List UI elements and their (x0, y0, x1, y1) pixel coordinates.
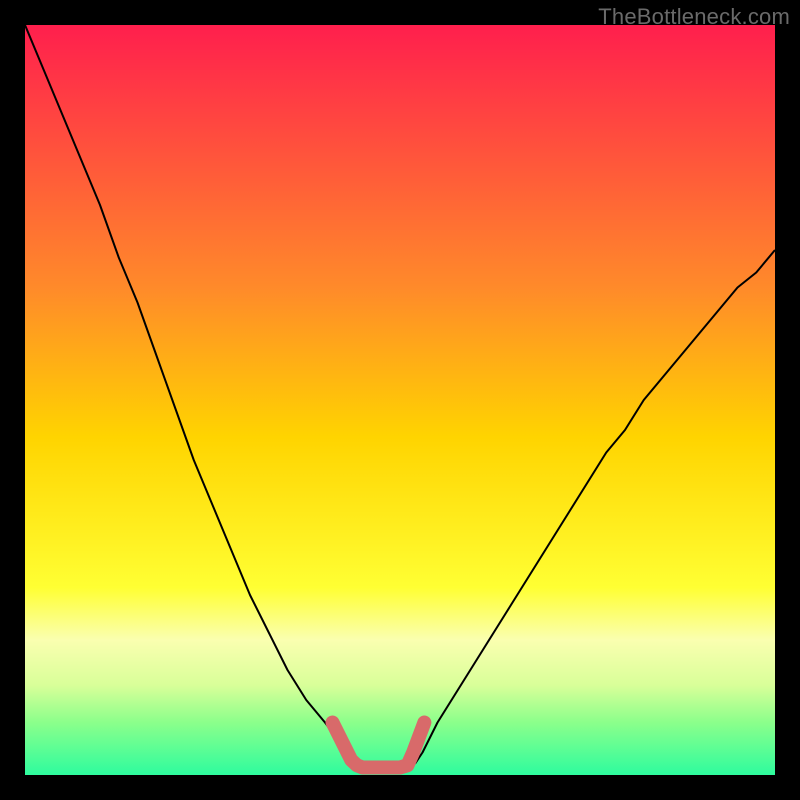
chart-plot (25, 25, 775, 775)
watermark-text: TheBottleneck.com (598, 4, 790, 30)
chart-frame: TheBottleneck.com (0, 0, 800, 800)
chart-svg (25, 25, 775, 775)
chart-background (25, 25, 775, 775)
